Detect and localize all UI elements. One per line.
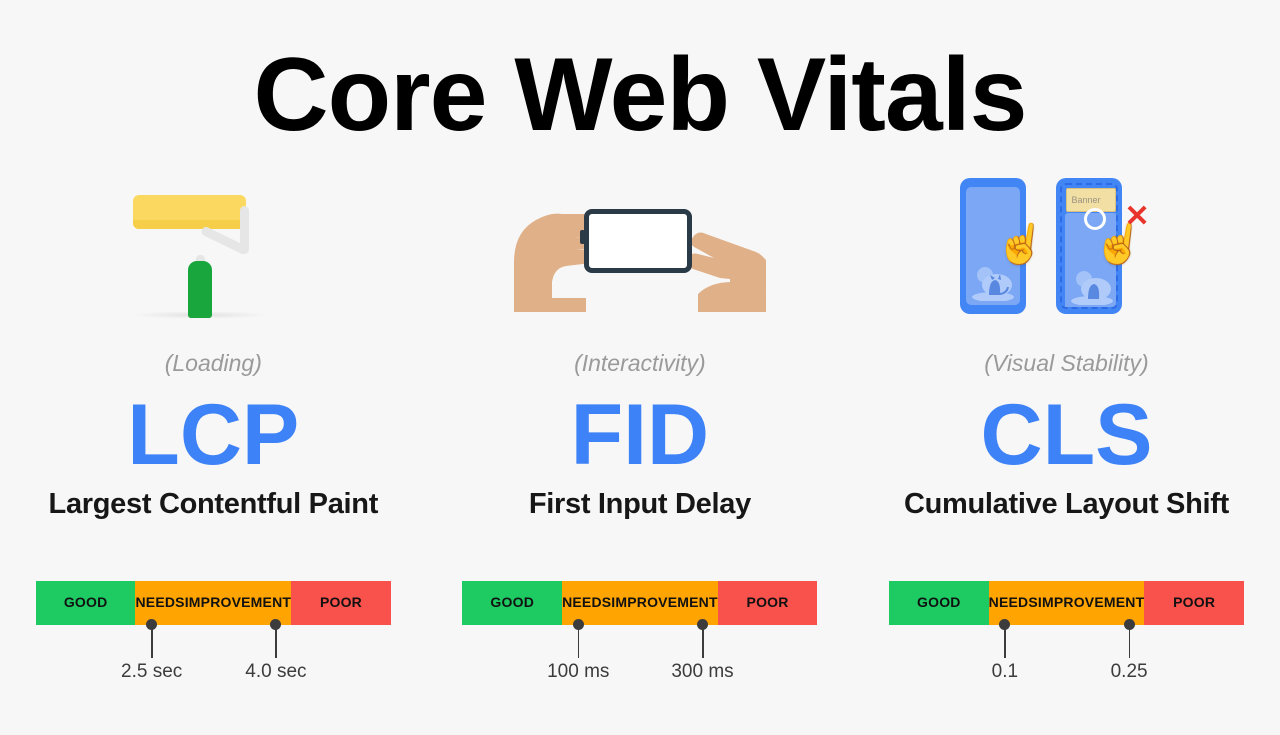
cls-scale: GOOD NEEDS IMPROVEMENT POOR 0.1 0.25 [888, 581, 1244, 701]
lcp-icon-wrap [63, 170, 363, 320]
lcp-category-label: (Loading) [164, 350, 262, 376]
fid-full-name: First Input Delay [528, 488, 751, 521]
fid-segment-needs-line1: NEEDS [562, 594, 612, 611]
metric-column-cls: Banner ☝ ☝ ✕ (Visual Stability) CLS Cumu… [853, 170, 1280, 521]
page-title: Core Web Vitals [253, 37, 1028, 153]
lcp-segment-good: GOOD [35, 581, 136, 625]
fid-segment-needs-improvement: NEEDS IMPROVEMENT [562, 581, 718, 625]
lcp-pin-stem-1 [151, 625, 153, 658]
lcp-full-name: Largest Contentful Paint [48, 488, 379, 521]
hands-tapping-phone-icon [500, 190, 780, 320]
cat-illustration-icon [972, 267, 1015, 301]
fid-icon-wrap [490, 170, 790, 320]
cls-segment-needs-improvement: NEEDS IMPROVEMENT [988, 581, 1145, 625]
fid-threshold-label-2: 300 ms [671, 661, 734, 682]
fid-scale: GOOD NEEDS IMPROVEMENT POOR 100 ms 300 m… [462, 581, 818, 701]
scale-column-cls: GOOD NEEDS IMPROVEMENT POOR 0.1 0.25 [853, 581, 1280, 701]
paint-roller-icon [113, 175, 313, 320]
lcp-pin-stem-2 [275, 625, 278, 658]
fid-threshold-label-1: 100 ms [547, 661, 610, 682]
lcp-segment-poor: POOR [291, 581, 391, 625]
cls-pin-stem-1 [1004, 625, 1006, 658]
fid-segment-needs-line2: IMPROVEMENT [611, 594, 718, 611]
cls-segment-poor: POOR [1144, 581, 1244, 625]
fid-segment-poor: POOR [717, 581, 818, 625]
cls-segment-needs-line2: IMPROVEMENT [1037, 594, 1145, 611]
fid-category-label: (Interactivity) [574, 350, 706, 376]
fid-acronym: FID [570, 387, 710, 483]
pointing-hand-left-icon: ☝ [993, 218, 1050, 270]
phone-side-button [579, 230, 585, 244]
lcp-acronym: LCP [127, 387, 300, 483]
lcp-segment-needs-line2: IMPROVEMENT [184, 594, 292, 611]
cls-threshold-label-1: 0.1 [991, 661, 1019, 682]
fid-pin-stem-1 [577, 625, 580, 658]
metrics-columns: (Loading) LCP Largest Contentful Paint (… [0, 170, 1280, 521]
cat-illustration-shifted-icon [1071, 271, 1114, 305]
lcp-segment-needs-line1: NEEDS [135, 594, 185, 611]
shifting-layout-phones-icon: Banner ☝ ☝ ✕ [956, 172, 1176, 320]
fid-segment-good: GOOD [462, 581, 563, 625]
lcp-segment-needs-improvement: NEEDS IMPROVEMENT [135, 581, 292, 625]
cls-segment-good: GOOD [888, 581, 989, 625]
paint-roller-grip [188, 261, 213, 318]
cls-acronym: CLS [980, 387, 1153, 483]
cls-scale-bar: GOOD NEEDS IMPROVEMENT POOR [888, 581, 1244, 625]
metric-column-lcp: (Loading) LCP Largest Contentful Paint [0, 170, 427, 521]
error-cross-icon: ✕ [1124, 200, 1150, 233]
fid-pin-stem-2 [702, 625, 704, 658]
core-web-vitals-infographic: Core Web Vitals (Loading) LCP Largest Co… [0, 0, 1280, 735]
right-hand-shape [686, 232, 766, 312]
cls-pin-stem-2 [1128, 625, 1131, 658]
cls-threshold-label-2: 0.25 [1110, 661, 1148, 682]
phone-landscape [583, 209, 692, 273]
cls-full-name: Cumulative Layout Shift [903, 488, 1229, 521]
scale-column-fid: GOOD NEEDS IMPROVEMENT POOR 100 ms 300 m… [427, 581, 854, 701]
threshold-scales-row: GOOD NEEDS IMPROVEMENT POOR 2.5 sec 4.0 … [0, 581, 1280, 701]
cls-segment-needs-line1: NEEDS [988, 594, 1038, 611]
lcp-scale-bar: GOOD NEEDS IMPROVEMENT POOR [35, 581, 391, 625]
cls-icon-wrap: Banner ☝ ☝ ✕ [916, 170, 1216, 320]
lcp-scale: GOOD NEEDS IMPROVEMENT POOR 2.5 sec 4.0 … [35, 581, 391, 701]
metric-column-fid: (Interactivity) FID First Input Delay [427, 170, 854, 521]
lcp-threshold-label-1: 2.5 sec [121, 661, 183, 682]
paint-roller-head-shade [133, 220, 247, 229]
scale-column-lcp: GOOD NEEDS IMPROVEMENT POOR 2.5 sec 4.0 … [0, 581, 427, 701]
lcp-threshold-label-2: 4.0 sec [245, 661, 307, 682]
fid-scale-bar: GOOD NEEDS IMPROVEMENT POOR [462, 581, 818, 625]
cls-category-label: (Visual Stability) [984, 350, 1149, 376]
